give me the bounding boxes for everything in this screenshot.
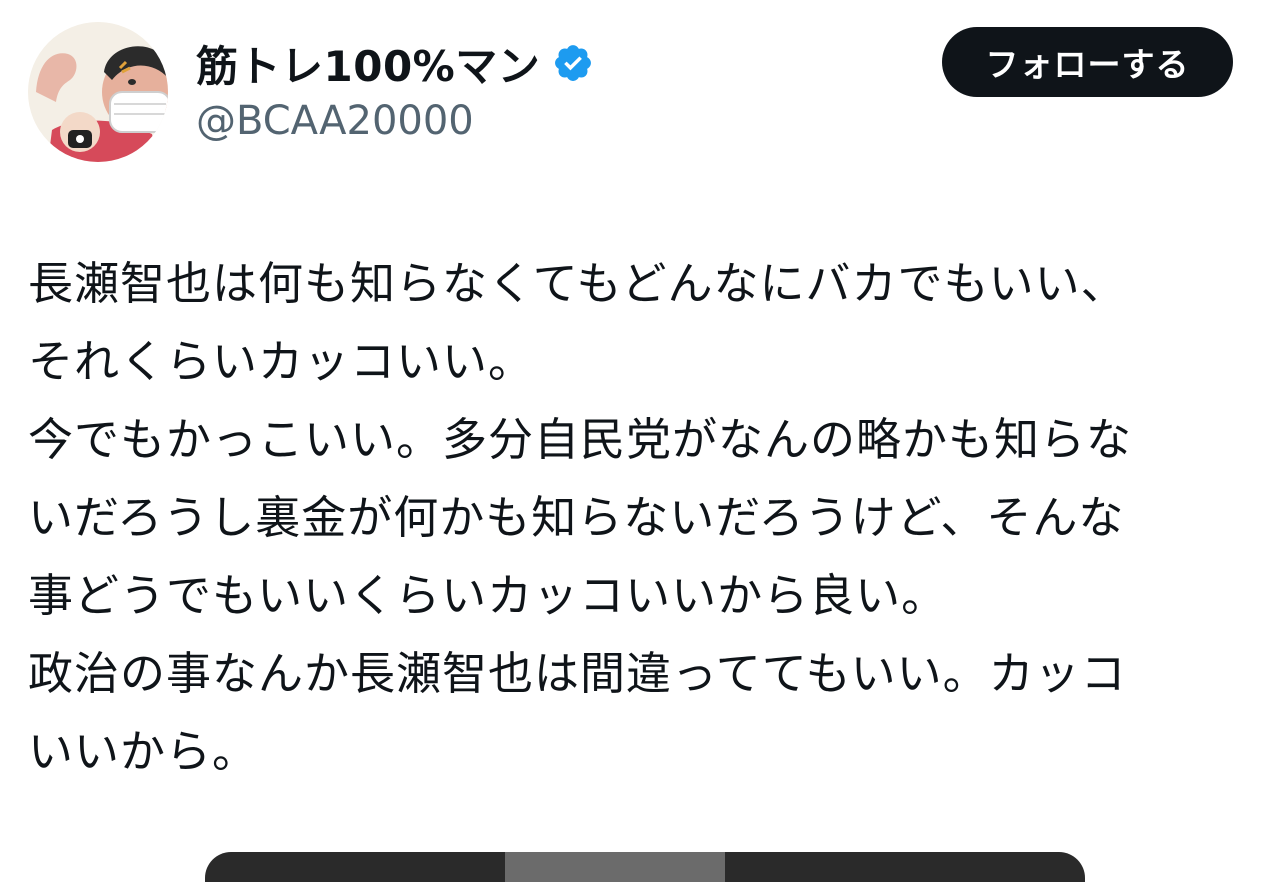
tweet-media-preview[interactable] bbox=[205, 852, 1085, 882]
name-row: 筋トレ100%マン bbox=[196, 34, 594, 92]
avatar[interactable] bbox=[28, 22, 168, 162]
tweet-text: 長瀬智也は何も知らなくてもどんなにバカでもいい、 それくらいカッコいい。 今でも… bbox=[28, 257, 1133, 778]
user-handle[interactable]: @BCAA20000 bbox=[196, 98, 474, 144]
verified-badge-icon[interactable] bbox=[552, 42, 594, 84]
follow-button[interactable]: フォローする bbox=[942, 27, 1233, 97]
display-name[interactable]: 筋トレ100%マン bbox=[196, 33, 540, 94]
avatar-image bbox=[28, 22, 168, 162]
tweet-header: 筋トレ100%マン @BCAA20000 フォローする bbox=[0, 0, 1284, 180]
